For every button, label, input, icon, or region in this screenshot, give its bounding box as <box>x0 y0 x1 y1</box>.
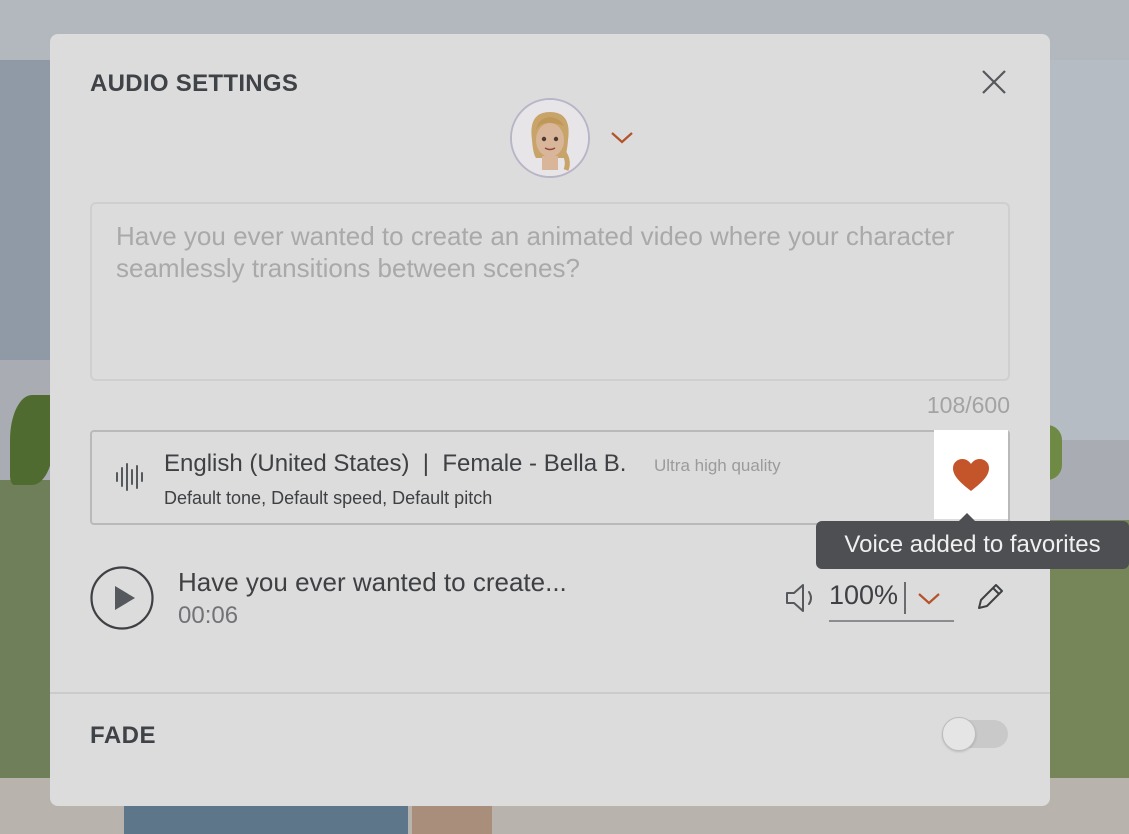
fade-toggle[interactable] <box>942 717 1008 751</box>
favorites-tooltip: Voice added to favorites <box>816 521 1129 569</box>
voice-quality-badge: Ultra high quality <box>654 456 781 475</box>
dialog-title: AUDIO SETTINGS <box>90 70 299 97</box>
scene-floor-rug <box>124 805 408 834</box>
fade-label: FADE <box>90 722 157 749</box>
audio-settings-dialog: AUDIO SETTINGS 108/600 <box>50 34 1129 806</box>
character-count: 108/600 <box>926 392 1010 418</box>
voice-selector[interactable]: English (United States) | Female - Bella… <box>90 430 1010 525</box>
play-button[interactable] <box>90 566 154 630</box>
scene-floor-box <box>412 805 492 834</box>
speaker-icon[interactable] <box>784 582 818 614</box>
voice-name: English (United States) | Female - Bella… <box>164 450 627 477</box>
toggle-knob <box>942 717 976 751</box>
chevron-down-icon <box>611 132 633 144</box>
volume-dropdown[interactable]: 100% <box>829 576 954 622</box>
scene-plant <box>10 395 54 485</box>
chevron-down-icon <box>918 593 940 605</box>
scene-window <box>1050 60 1129 440</box>
volume-value: 100% <box>829 580 899 610</box>
close-icon <box>982 70 1006 94</box>
favorite-button[interactable] <box>934 430 1008 519</box>
female-avatar-icon <box>510 98 590 178</box>
pencil-icon <box>978 584 1003 609</box>
script-textarea[interactable] <box>90 202 1010 381</box>
section-divider <box>50 692 1050 694</box>
waveform-icon <box>116 463 143 491</box>
character-picker[interactable] <box>510 98 640 178</box>
close-button[interactable] <box>978 66 1010 98</box>
voice-settings-summary: Default tone, Default speed, Default pit… <box>164 488 493 508</box>
play-icon <box>90 566 154 630</box>
heart-icon <box>953 458 989 491</box>
clip-duration: 00:06 <box>178 602 239 629</box>
clip-title: Have you ever wanted to create... <box>178 567 567 597</box>
edit-button[interactable] <box>974 581 1006 613</box>
volume-divider <box>904 582 906 614</box>
